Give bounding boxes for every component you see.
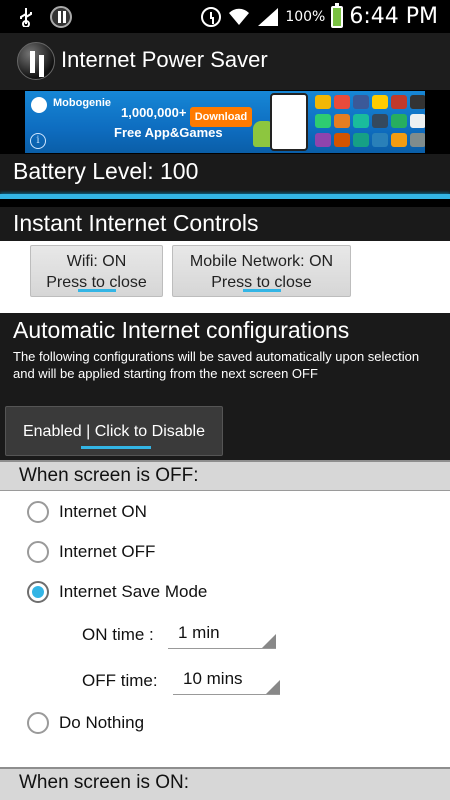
app-icon xyxy=(353,95,369,109)
instant-controls-area: Wifi: ON Press to close Mobile Network: … xyxy=(0,241,450,313)
dropdown-arrow-icon xyxy=(266,680,280,694)
ad-download-button[interactable]: Download xyxy=(190,107,252,127)
status-bar: 100% 6:44 PM xyxy=(0,0,450,33)
radio-do-nothing[interactable]: Do Nothing xyxy=(27,710,144,736)
action-bar: Internet Power Saver xyxy=(0,33,450,90)
screen-off-title: When screen is OFF: xyxy=(19,465,199,486)
off-time-value: 10 mins xyxy=(183,669,243,688)
signal-icon xyxy=(258,7,279,26)
battery-icon xyxy=(331,2,344,28)
alarm-icon xyxy=(201,6,222,27)
automatic-config-section: Automatic Internet configurations The fo… xyxy=(0,313,450,460)
app-icon xyxy=(315,114,331,128)
wifi-icon xyxy=(229,8,250,25)
radio-button[interactable] xyxy=(27,712,49,734)
radio-button[interactable] xyxy=(27,541,49,563)
on-time-spinner[interactable]: 1 min xyxy=(168,621,276,649)
radio-internet-off[interactable]: Internet OFF xyxy=(27,539,155,565)
off-time-spinner[interactable]: 10 mins xyxy=(173,667,280,695)
enable-toggle-label: Enabled | Click to Disable xyxy=(22,423,206,440)
app-icon xyxy=(391,114,407,128)
radio-label: Internet OFF xyxy=(59,542,156,561)
app-icon xyxy=(353,114,369,128)
app-icon xyxy=(334,114,350,128)
ad-tagline: Free App&Games xyxy=(114,125,223,140)
automatic-config-title: Automatic Internet configurations xyxy=(13,317,350,343)
instant-controls-header: Instant Internet Controls xyxy=(0,207,450,241)
battery-level-bar: Battery Level: 100 xyxy=(0,154,450,194)
ad-area: Mobogenie 1,000,000+ Free App&Games Down… xyxy=(0,90,450,154)
app-icon xyxy=(391,133,407,147)
clock: 6:44 PM xyxy=(349,4,438,29)
ad-app-icons xyxy=(315,95,425,149)
automatic-config-description: The following configurations will be sav… xyxy=(13,349,420,381)
app-icon xyxy=(315,95,331,109)
off-time-label: OFF time: xyxy=(82,671,158,690)
app-icon xyxy=(410,95,425,109)
app-icon xyxy=(372,133,388,147)
app-icon xyxy=(372,95,388,109)
usb-icon xyxy=(20,8,32,27)
mobile-status-label: Mobile Network: ON xyxy=(189,253,334,270)
radio-button[interactable] xyxy=(27,501,49,523)
app-icon xyxy=(410,114,425,128)
app-logo-icon[interactable] xyxy=(17,42,55,80)
enable-toggle-button[interactable]: Enabled | Click to Disable xyxy=(5,406,223,456)
mobogenie-logo-icon xyxy=(31,97,47,113)
radio-label: Do Nothing xyxy=(59,713,145,732)
radio-button-checked[interactable] xyxy=(27,581,49,603)
screen-off-header: When screen is OFF: xyxy=(0,460,450,491)
app-notification-icon xyxy=(50,6,72,28)
phone-illustration-icon xyxy=(270,93,308,151)
on-time-label: ON time : xyxy=(82,625,154,644)
app-icon xyxy=(410,133,425,147)
focus-underline xyxy=(81,446,151,449)
divider xyxy=(0,199,450,207)
ad-info-icon[interactable]: i xyxy=(30,133,46,149)
ad-banner[interactable]: Mobogenie 1,000,000+ Free App&Games Down… xyxy=(25,91,425,153)
radio-label: Internet Save Mode xyxy=(59,582,208,601)
screen-on-title: When screen is ON: xyxy=(19,772,189,793)
app-title: Internet Power Saver xyxy=(61,47,268,72)
instant-controls-title: Instant Internet Controls xyxy=(13,210,259,236)
ad-brand: Mobogenie xyxy=(53,97,112,109)
app-icon xyxy=(315,133,331,147)
app-icon xyxy=(334,133,350,147)
dropdown-arrow-icon xyxy=(262,634,276,648)
app-icon xyxy=(334,95,350,109)
battery-percent: 100% xyxy=(285,8,326,25)
ad-count: 1,000,000+ xyxy=(121,105,187,120)
app-icon xyxy=(372,114,388,128)
radio-internet-save-mode[interactable]: Internet Save Mode xyxy=(27,579,207,605)
radio-label: Internet ON xyxy=(59,502,147,521)
app-icon xyxy=(353,133,369,147)
wifi-status-label: Wifi: ON xyxy=(66,253,127,270)
battery-level-text: Battery Level: 100 xyxy=(13,158,199,184)
radio-internet-on[interactable]: Internet ON xyxy=(27,499,147,525)
mobile-network-toggle-button[interactable]: Mobile Network: ON Press to close xyxy=(172,245,351,297)
focus-underline xyxy=(242,289,281,292)
app-icon xyxy=(391,95,407,109)
screen-on-header: When screen is ON: xyxy=(0,767,450,800)
focus-underline xyxy=(77,289,116,292)
wifi-toggle-button[interactable]: Wifi: ON Press to close xyxy=(30,245,163,297)
on-time-value: 1 min xyxy=(178,623,220,642)
